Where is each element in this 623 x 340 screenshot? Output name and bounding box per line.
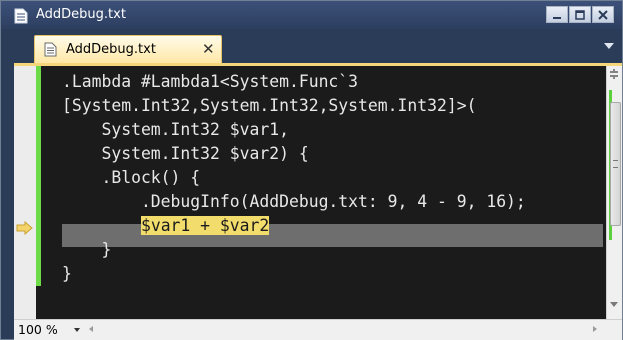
minimize-button[interactable] xyxy=(546,6,568,23)
scroll-down-icon[interactable] xyxy=(610,302,618,307)
current-statement-highlight: $var1 + $var2 xyxy=(140,216,270,235)
vertical-scrollbar[interactable] xyxy=(606,66,622,319)
change-marker xyxy=(609,90,612,100)
arrow-right-icon xyxy=(16,220,34,236)
scroll-left-icon[interactable] xyxy=(89,326,93,332)
zoom-dropdown-icon[interactable] xyxy=(74,328,80,332)
code-line: } xyxy=(62,264,72,283)
minimize-icon xyxy=(553,16,561,19)
maximize-icon xyxy=(575,9,585,20)
window-controls xyxy=(545,6,614,24)
code-text[interactable]: .Lambda #Lambda1<System.Func`3 [System.I… xyxy=(62,70,604,286)
close-button[interactable] xyxy=(592,6,614,23)
ide-window: AddDebug.txt AddDebug.txt ✕ .Lambda #Lam… xyxy=(0,0,623,340)
title-bar[interactable]: AddDebug.txt xyxy=(1,1,622,29)
tab-strip: AddDebug.txt ✕ xyxy=(1,29,622,63)
splitter-icon[interactable] xyxy=(609,69,619,79)
maximize-button[interactable] xyxy=(569,6,591,23)
editor-bottom-bar: 100 % xyxy=(14,319,622,340)
code-line: [System.Int32,System.Int32,System.Int32]… xyxy=(62,96,477,115)
scroll-thumb[interactable] xyxy=(610,102,621,226)
code-line: .Lambda #Lambda1<System.Func`3 xyxy=(62,72,359,91)
code-line: System.Int32 $var1, xyxy=(62,120,289,139)
indicator-margin[interactable] xyxy=(14,66,36,319)
code-line: } xyxy=(62,240,112,259)
grip-icon xyxy=(613,160,618,168)
document-icon xyxy=(14,7,28,24)
document-icon xyxy=(44,42,57,57)
tab-dropdown-icon[interactable] xyxy=(604,43,614,49)
window-title: AddDebug.txt xyxy=(36,7,126,22)
code-line: System.Int32 $var2) { xyxy=(62,144,309,163)
current-line: $var1 + $var2 xyxy=(62,214,604,238)
tab-close-icon[interactable]: ✕ xyxy=(202,40,215,58)
code-line: .DebugInfo(AddDebug.txt: 9, 4 - 9, 16); xyxy=(62,192,526,211)
code-editor[interactable]: .Lambda #Lambda1<System.Func`3 [System.I… xyxy=(14,63,622,319)
tab-label: AddDebug.txt xyxy=(66,42,156,57)
scroll-right-icon[interactable] xyxy=(593,326,597,332)
close-icon xyxy=(598,9,608,20)
zoom-level[interactable]: 100 % xyxy=(18,322,58,337)
current-line-indent xyxy=(62,216,141,235)
change-tracking-bar xyxy=(36,66,41,286)
tab-adddebug[interactable]: AddDebug.txt ✕ xyxy=(34,35,222,63)
code-line: .Block() { xyxy=(62,168,201,187)
